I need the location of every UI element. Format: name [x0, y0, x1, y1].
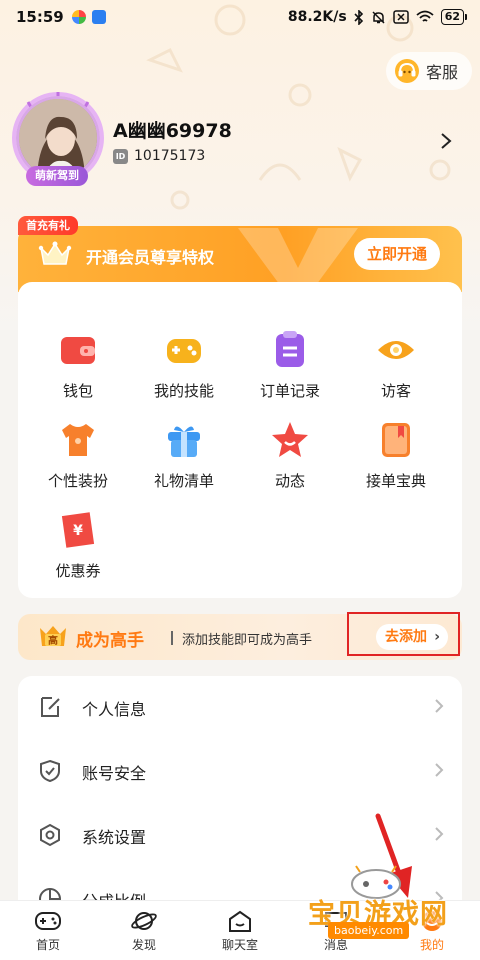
grid-item-visitors[interactable]: 访客	[344, 326, 448, 406]
user-id-row: ID 10175173	[113, 148, 205, 164]
tab-chatroom[interactable]: 聊天室	[192, 909, 288, 953]
grid-label: 钱包	[62, 382, 93, 400]
app-notification-icon	[71, 10, 86, 24]
tab-discover[interactable]: 发现	[96, 909, 192, 953]
expert-title: 成为高手	[76, 631, 144, 651]
grid-item-order-records[interactable]: 订单记录	[238, 326, 342, 406]
customer-service-label: 客服	[425, 63, 458, 82]
no-sim-icon	[392, 10, 409, 24]
battery-indicator: 62	[440, 9, 468, 25]
book-icon	[382, 423, 410, 457]
clipboard-icon	[276, 331, 304, 367]
planet-icon	[131, 912, 157, 930]
grid-item-gift-list[interactable]: 礼物清单	[132, 416, 236, 496]
star-icon	[272, 422, 308, 457]
chevron-right-icon	[435, 699, 444, 713]
add-skill-button[interactable]: 去添加 ›	[376, 624, 448, 650]
coupon-icon: ¥	[61, 512, 95, 548]
function-grid: 钱包 我的技能 订单记录 访客 个性装扮 礼物清单 动态 接单宝典 ¥ 优惠券	[18, 282, 462, 598]
vip-tag: 首充有礼	[18, 216, 78, 235]
eye-icon	[378, 341, 414, 359]
grid-label: 优惠券	[55, 562, 101, 580]
status-time: 15:59	[16, 8, 64, 26]
grid-item-my-skills[interactable]: 我的技能	[132, 326, 236, 406]
list-item-account-security[interactable]: 账号安全	[18, 740, 462, 804]
headset-icon	[394, 59, 419, 83]
tab-label: 聊天室	[221, 938, 258, 952]
vip-activate-button[interactable]: 立即开通	[353, 238, 440, 270]
gift-icon	[168, 426, 200, 457]
network-speed: 88.2K/s	[287, 9, 347, 25]
chevron-right-icon: ›	[434, 629, 440, 645]
expert-badge-icon: 高	[40, 626, 66, 647]
crown-icon	[38, 241, 72, 265]
chevron-right-icon	[435, 827, 444, 841]
list-item-personal-info[interactable]: 个人信息	[18, 676, 462, 740]
mute-icon	[372, 10, 385, 24]
grid-label: 我的技能	[153, 382, 214, 400]
expert-description: 添加技能即可成为高手	[182, 633, 313, 648]
avatar-badge: 萌新驾到	[26, 166, 88, 186]
tab-label: 首页	[35, 938, 60, 952]
grid-item-wallet[interactable]: 钱包	[26, 326, 130, 406]
grid-label: 订单记录	[259, 382, 320, 400]
grid-label: 个性装扮	[47, 472, 108, 490]
grid-item-moments[interactable]: 动态	[238, 416, 342, 496]
tshirt-icon	[62, 424, 94, 456]
watermark: 宝贝游戏网 baobeiy.com	[302, 862, 452, 942]
chevron-right-icon[interactable]	[440, 132, 452, 150]
chevron-right-icon	[435, 763, 444, 777]
grid-label: 接单宝典	[365, 472, 426, 490]
file-notification-icon	[91, 10, 106, 24]
avatar[interactable]: 萌新驾到	[12, 92, 104, 192]
gamepad-icon	[35, 912, 61, 930]
svg-text:¥: ¥	[73, 523, 83, 539]
grid-label: 访客	[380, 382, 411, 400]
edit-icon	[41, 697, 60, 717]
wallet-icon	[61, 337, 95, 364]
expert-divider	[171, 631, 173, 645]
watermark-url: baobeiy.com	[328, 922, 410, 939]
gamepad-icon	[167, 339, 201, 363]
id-icon: ID	[113, 148, 128, 164]
grid-label: 礼物清单	[153, 472, 214, 490]
grid-label: 动态	[274, 472, 305, 490]
tab-label: 发现	[131, 938, 156, 952]
add-skill-label: 去添加	[385, 629, 427, 645]
settings-icon	[40, 823, 60, 847]
user-id: 10175173	[134, 148, 206, 164]
wifi-icon	[416, 10, 434, 22]
shield-icon	[40, 759, 60, 783]
list-item-label: 账号安全	[82, 764, 147, 783]
grid-item-order-guide[interactable]: 接单宝典	[344, 416, 448, 496]
list-item-label: 系统设置	[82, 828, 147, 847]
status-bar: 15:59 88.2K/s 62	[0, 0, 480, 34]
customer-service-button[interactable]: 客服	[385, 52, 472, 90]
vip-text: 开通会员尊享特权	[86, 248, 215, 267]
bluetooth-icon	[354, 9, 363, 25]
expert-badge-text: 高	[48, 634, 58, 647]
house-icon	[229, 910, 251, 932]
username: A幽幽69978	[113, 120, 232, 142]
tab-home[interactable]: 首页	[0, 909, 96, 953]
list-item-label: 个人信息	[82, 700, 147, 719]
grid-item-coupons[interactable]: ¥ 优惠券	[26, 506, 130, 586]
grid-item-personal-dressup[interactable]: 个性装扮	[26, 416, 130, 496]
